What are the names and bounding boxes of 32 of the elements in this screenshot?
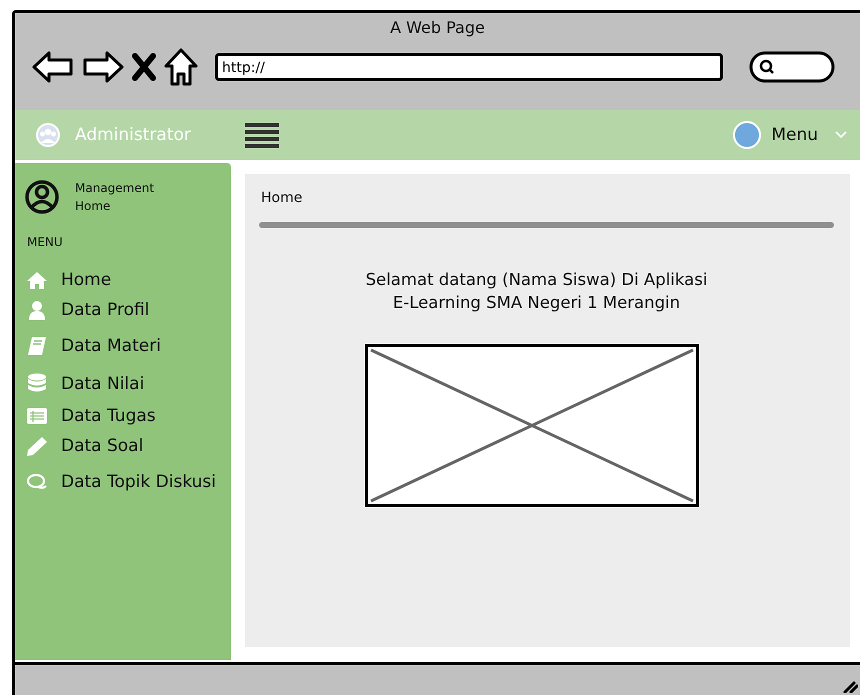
pencil-icon — [25, 436, 49, 456]
sidebar-item[interactable]: Home — [61, 270, 112, 290]
back-icon[interactable] — [31, 49, 75, 85]
house-icon — [25, 270, 49, 290]
chat-icon — [25, 473, 49, 491]
app-title: Administrator — [75, 125, 191, 145]
breadcrumb: Home — [261, 190, 304, 206]
sidebar-item[interactable]: Data Topik Diskusi — [61, 472, 216, 492]
sidebar-item[interactable]: Data Profil — [61, 300, 150, 320]
group-icon — [35, 122, 61, 148]
user-role: Management — [75, 181, 154, 195]
avatar-icon — [733, 121, 762, 149]
home-icon[interactable] — [163, 47, 199, 87]
book-icon — [25, 336, 49, 356]
menu-dropdown[interactable]: Menu — [761, 125, 854, 145]
sidebar-item[interactable]: Data Nilai — [61, 374, 144, 394]
menu-icon[interactable] — [245, 121, 279, 149]
table-icon — [25, 407, 49, 425]
user-role: Home — [75, 199, 112, 213]
welcome-text: Selamat datang (Nama Siswa) Di Aplikasi — [366, 269, 708, 291]
sidebar-item[interactable]: Data Materi — [61, 336, 161, 356]
welcome-text: E-Learning SMA Negeri 1 Merangin — [392, 292, 680, 314]
stop-icon[interactable] — [131, 52, 157, 82]
sidebar-item[interactable]: Data Soal — [61, 436, 144, 456]
chevron-icon — [834, 130, 848, 140]
search-field[interactable] — [749, 51, 835, 83]
address-field[interactable]: http:// — [215, 53, 723, 81]
user-icon — [25, 179, 59, 215]
window-title: A Web Page — [389, 18, 486, 37]
sidebar-item[interactable]: Data Tugas — [61, 406, 156, 426]
forward-icon[interactable] — [81, 49, 125, 85]
section-heading: MENU — [27, 235, 64, 249]
